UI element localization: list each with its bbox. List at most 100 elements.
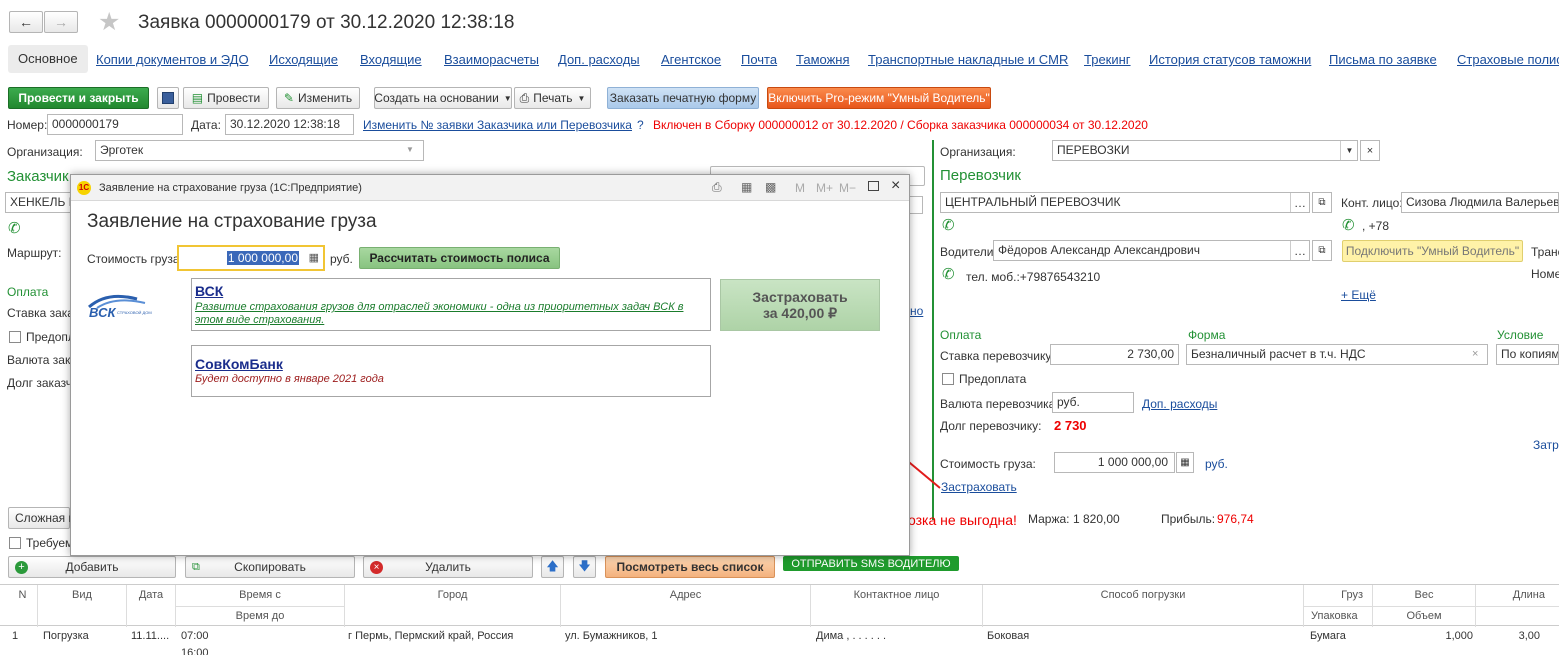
copy-row-button[interactable]: ⧉ Скопировать xyxy=(185,556,355,578)
tab-main[interactable]: Основное xyxy=(8,45,88,73)
open-icon[interactable]: ⧉ xyxy=(1312,192,1332,213)
view-all-button[interactable]: Посмотреть весь список xyxy=(605,556,775,578)
drivers-field[interactable]: Фёдоров Александр Александрович xyxy=(993,240,1310,261)
delete-row-button[interactable]: × Удалить xyxy=(363,556,533,578)
left-org-field[interactable]: Эрготек xyxy=(95,140,424,161)
tab-copies[interactable]: Копии документов и ЭДО xyxy=(96,52,249,67)
col-city[interactable]: Город xyxy=(344,589,561,601)
tab-customs[interactable]: Таможня xyxy=(796,52,850,67)
create-based-button[interactable]: Создать на основании ▼ xyxy=(374,87,512,109)
clear-icon[interactable]: × xyxy=(1360,140,1380,161)
help-icon[interactable]: ? xyxy=(637,118,644,132)
col-contact[interactable]: Контактное лицо xyxy=(810,589,983,601)
right-rate-field[interactable]: 2 730,00 xyxy=(1050,344,1179,365)
left-prepay-checkbox[interactable] xyxy=(9,331,21,343)
memory-m-plus-icon[interactable]: M+ xyxy=(816,181,833,195)
col-time-from[interactable]: Время с xyxy=(175,589,345,601)
phone-icon[interactable]: ✆ xyxy=(942,216,955,234)
col-weight[interactable]: Вес xyxy=(1372,589,1476,601)
col-time-to[interactable]: Время до xyxy=(175,610,345,622)
customer-field[interactable]: ХЕНКЕЛЬ Б xyxy=(5,192,75,213)
print-icon[interactable]: ⎙ xyxy=(712,180,722,195)
tab-waybills[interactable]: Транспортные накладные и CMR xyxy=(868,52,1068,67)
open-icon[interactable]: ⧉ xyxy=(1312,240,1332,261)
cargo-cost-field[interactable]: 1 000 000,00 xyxy=(1054,452,1175,473)
table-icon[interactable]: ▦ xyxy=(741,180,752,194)
calculate-policy-button[interactable]: Рассчитать стоимость полиса xyxy=(359,247,560,269)
tab-incoming[interactable]: Входящие xyxy=(360,52,422,67)
memory-m-minus-icon[interactable]: M− xyxy=(839,181,856,195)
form-field[interactable]: Безналичный расчет в т.ч. НДС xyxy=(1186,344,1488,365)
tab-extra-costs[interactable]: Доп. расходы xyxy=(558,52,640,67)
more-link[interactable]: + Ещё xyxy=(1341,288,1376,302)
col-pack[interactable]: Упаковка xyxy=(1303,610,1373,622)
add-row-button[interactable]: + Добавить xyxy=(8,556,176,578)
insurer-card-vsk[interactable]: ВСК Развитие страхования грузов для отра… xyxy=(191,278,711,331)
ellipsis-icon[interactable]: … xyxy=(1290,241,1309,260)
post-button[interactable]: ▤ Провести xyxy=(183,87,269,109)
tab-agency[interactable]: Агентское xyxy=(661,52,721,67)
change-number-link[interactable]: Изменить № заявки Заказчика или Перевозч… xyxy=(363,118,632,132)
move-down-button[interactable]: 🡇 xyxy=(573,556,596,578)
phone-icon[interactable]: ✆ xyxy=(8,219,21,237)
form-title: Форма xyxy=(1188,328,1226,342)
table-row[interactable]: 1 Погрузка 11.11.... 07:00 16:00 г Пермь… xyxy=(0,627,1559,655)
col-cargo[interactable]: Груз xyxy=(1303,589,1373,601)
phone-icon[interactable]: ✆ xyxy=(1342,216,1355,234)
number-field[interactable]: 0000000179 xyxy=(47,114,183,135)
post-and-close-button[interactable]: Провести и закрыть xyxy=(8,87,149,109)
save-button[interactable] xyxy=(157,87,179,109)
insurer-name[interactable]: ВСК xyxy=(195,283,223,299)
tab-tracking[interactable]: Трекинг xyxy=(1084,52,1131,67)
calendar-icon[interactable]: ▩ xyxy=(765,180,776,194)
tab-settlements[interactable]: Взаиморасчеты xyxy=(444,52,539,67)
tab-letters[interactable]: Письма по заявке xyxy=(1329,52,1437,67)
col-volume[interactable]: Объем xyxy=(1372,610,1476,622)
right-org-field[interactable]: ПЕРЕВОЗКИ xyxy=(1052,140,1358,161)
col-type[interactable]: Вид xyxy=(37,589,127,601)
insurer-name[interactable]: СовКомБанк xyxy=(195,356,283,372)
carrier-field[interactable]: ЦЕНТРАЛЬНЫЙ ПЕРЕВОЗЧИК xyxy=(940,192,1310,213)
order-print-form-button[interactable]: Заказать печатную форму xyxy=(607,87,759,109)
date-field[interactable]: 30.12.2020 12:38:18 xyxy=(225,114,354,135)
print-button[interactable]: ⎙ Печать ▼ xyxy=(514,87,591,109)
col-length[interactable]: Длина xyxy=(1475,589,1559,601)
calculator-icon[interactable]: ▦ xyxy=(1176,452,1194,473)
complex-button[interactable]: Сложная п xyxy=(8,507,75,529)
cargo-cost-label: Стоимость груза: xyxy=(940,457,1036,471)
insure-link[interactable]: Застраховать xyxy=(941,480,1017,494)
col-load[interactable]: Способ погрузки xyxy=(982,589,1304,601)
clear-icon[interactable]: × xyxy=(1472,348,1478,360)
edit-button[interactable]: ✎ Изменить xyxy=(276,87,360,109)
cost-field[interactable]: 1 000 000,00 ▦ xyxy=(177,245,325,271)
close-icon[interactable]: × xyxy=(891,177,900,195)
col-address[interactable]: Адрес xyxy=(560,589,811,601)
required-checkbox[interactable] xyxy=(9,537,21,549)
extra-costs-link[interactable]: Доп. расходы xyxy=(1142,397,1217,411)
phone-icon[interactable]: ✆ xyxy=(942,265,955,283)
tab-outgoing[interactable]: Исходящие xyxy=(269,52,338,67)
forward-button[interactable]: → xyxy=(44,11,78,33)
right-currency-field[interactable]: руб. xyxy=(1052,392,1134,413)
insurer-card-sovcombank[interactable]: СовКомБанк Будет доступно в январе 2021 … xyxy=(191,345,711,397)
tab-insurance[interactable]: Страховые полис xyxy=(1457,52,1559,67)
maximize-icon[interactable] xyxy=(868,181,879,191)
col-date[interactable]: Дата xyxy=(126,589,176,601)
ellipsis-icon[interactable]: … xyxy=(1290,193,1309,212)
tab-customs-history[interactable]: История статусов таможни xyxy=(1149,52,1311,67)
memory-m-icon[interactable]: M xyxy=(795,181,805,195)
tab-mail[interactable]: Почта xyxy=(741,52,777,67)
calculator-icon[interactable]: ▦ xyxy=(309,251,319,264)
send-sms-button[interactable]: ОТПРАВИТЬ SMS ВОДИТЕЛЮ xyxy=(783,556,959,571)
pro-mode-button[interactable]: Включить Pro-режим "Умный Водитель" xyxy=(767,87,991,109)
chevron-down-icon[interactable]: ▼ xyxy=(406,145,414,154)
smart-driver-button[interactable]: Подключить "Умный Водитель" xyxy=(1342,240,1523,262)
favorite-star-icon[interactable]: ★ xyxy=(98,7,120,37)
condition-field[interactable]: По копиям н xyxy=(1496,344,1559,365)
move-up-button[interactable]: 🡅 xyxy=(541,556,564,578)
contact-field[interactable]: Сизова Людмила Валерьевна xyxy=(1401,192,1559,213)
insure-button[interactable]: Застраховать за 420,00 ₽ xyxy=(720,279,880,331)
back-button[interactable]: ← xyxy=(9,11,43,33)
chevron-down-icon[interactable]: ▼ xyxy=(1340,141,1358,160)
right-prepay-checkbox[interactable] xyxy=(942,373,954,385)
